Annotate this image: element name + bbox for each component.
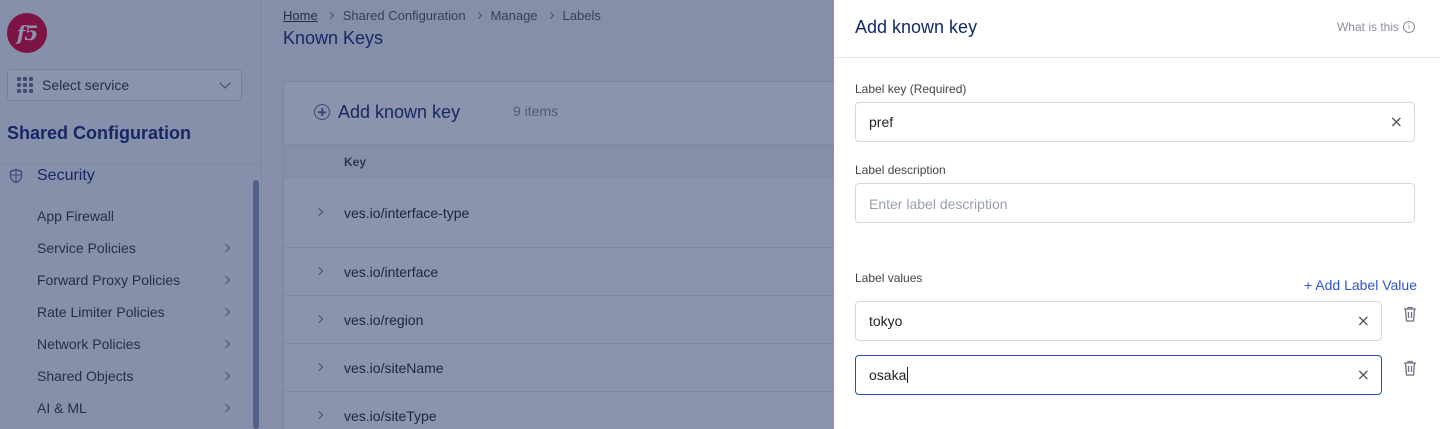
clear-icon[interactable]: ×	[1390, 113, 1403, 131]
drawer-header: Add known key What is this i	[834, 0, 1440, 58]
modal-overlay[interactable]	[0, 0, 834, 429]
what-is-this-link[interactable]: What is this i	[1337, 20, 1415, 34]
clear-icon[interactable]: ×	[1357, 366, 1370, 384]
label-description-label: Label description	[855, 163, 946, 177]
add-known-key-drawer: Add known key What is this i Label key (…	[834, 0, 1440, 429]
label-value-text-content: osaka	[869, 367, 907, 383]
what-is-this-label: What is this	[1336, 20, 1399, 34]
label-value-input[interactable]: tokyo ×	[855, 301, 1382, 341]
drawer-title: Add known key	[855, 17, 978, 37]
label-description-input[interactable]: Enter label description	[855, 183, 1415, 223]
label-description-placeholder: Enter label description	[869, 196, 1008, 212]
text-caret	[907, 367, 909, 383]
label-key-input[interactable]: pref ×	[855, 102, 1415, 142]
trash-icon[interactable]	[1402, 359, 1418, 377]
info-icon: i	[1403, 21, 1415, 33]
clear-icon[interactable]: ×	[1357, 312, 1370, 330]
label-value-text: osaka	[869, 367, 909, 383]
label-value-text: tokyo	[869, 313, 903, 329]
label-values-label: Label values	[855, 271, 923, 285]
label-key-value: pref	[869, 114, 894, 130]
label-value-input-focused[interactable]: osaka ×	[855, 355, 1382, 395]
label-key-label: Label key (Required)	[855, 82, 967, 96]
add-label-value-button[interactable]: + Add Label Value	[1304, 277, 1417, 293]
trash-icon[interactable]	[1402, 305, 1418, 323]
